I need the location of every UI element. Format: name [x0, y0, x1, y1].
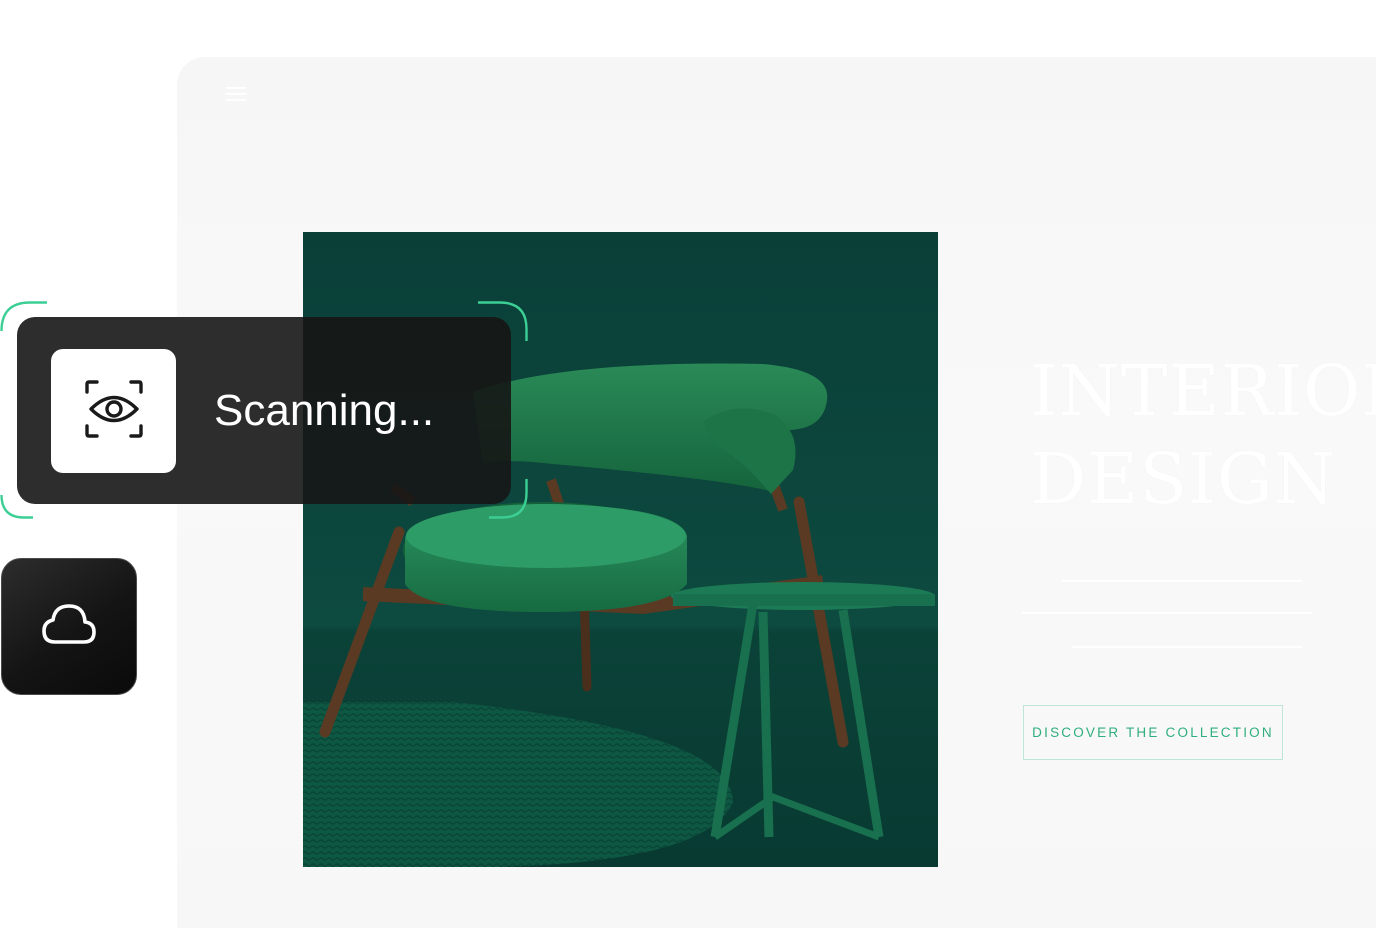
decorative-lines [1022, 580, 1312, 648]
hamburger-menu-icon[interactable] [226, 85, 246, 103]
headline-line-1: INTERIOR [1030, 350, 1376, 432]
canvas: INTERIOR DESIGN DISCOVER THE COLLECTION [0, 0, 1376, 928]
discover-collection-button[interactable]: DISCOVER THE COLLECTION [1023, 705, 1283, 760]
eye-scan-icon [84, 379, 143, 443]
scanning-status-text: Scanning... [214, 386, 435, 435]
headline-line-2: DESIGN [1030, 438, 1336, 520]
cloud-button[interactable] [1, 558, 137, 695]
hero-headline: INTERIOR DESIGN [1030, 347, 1376, 523]
scan-icon-tile [51, 349, 176, 473]
cloud-icon [40, 602, 98, 651]
